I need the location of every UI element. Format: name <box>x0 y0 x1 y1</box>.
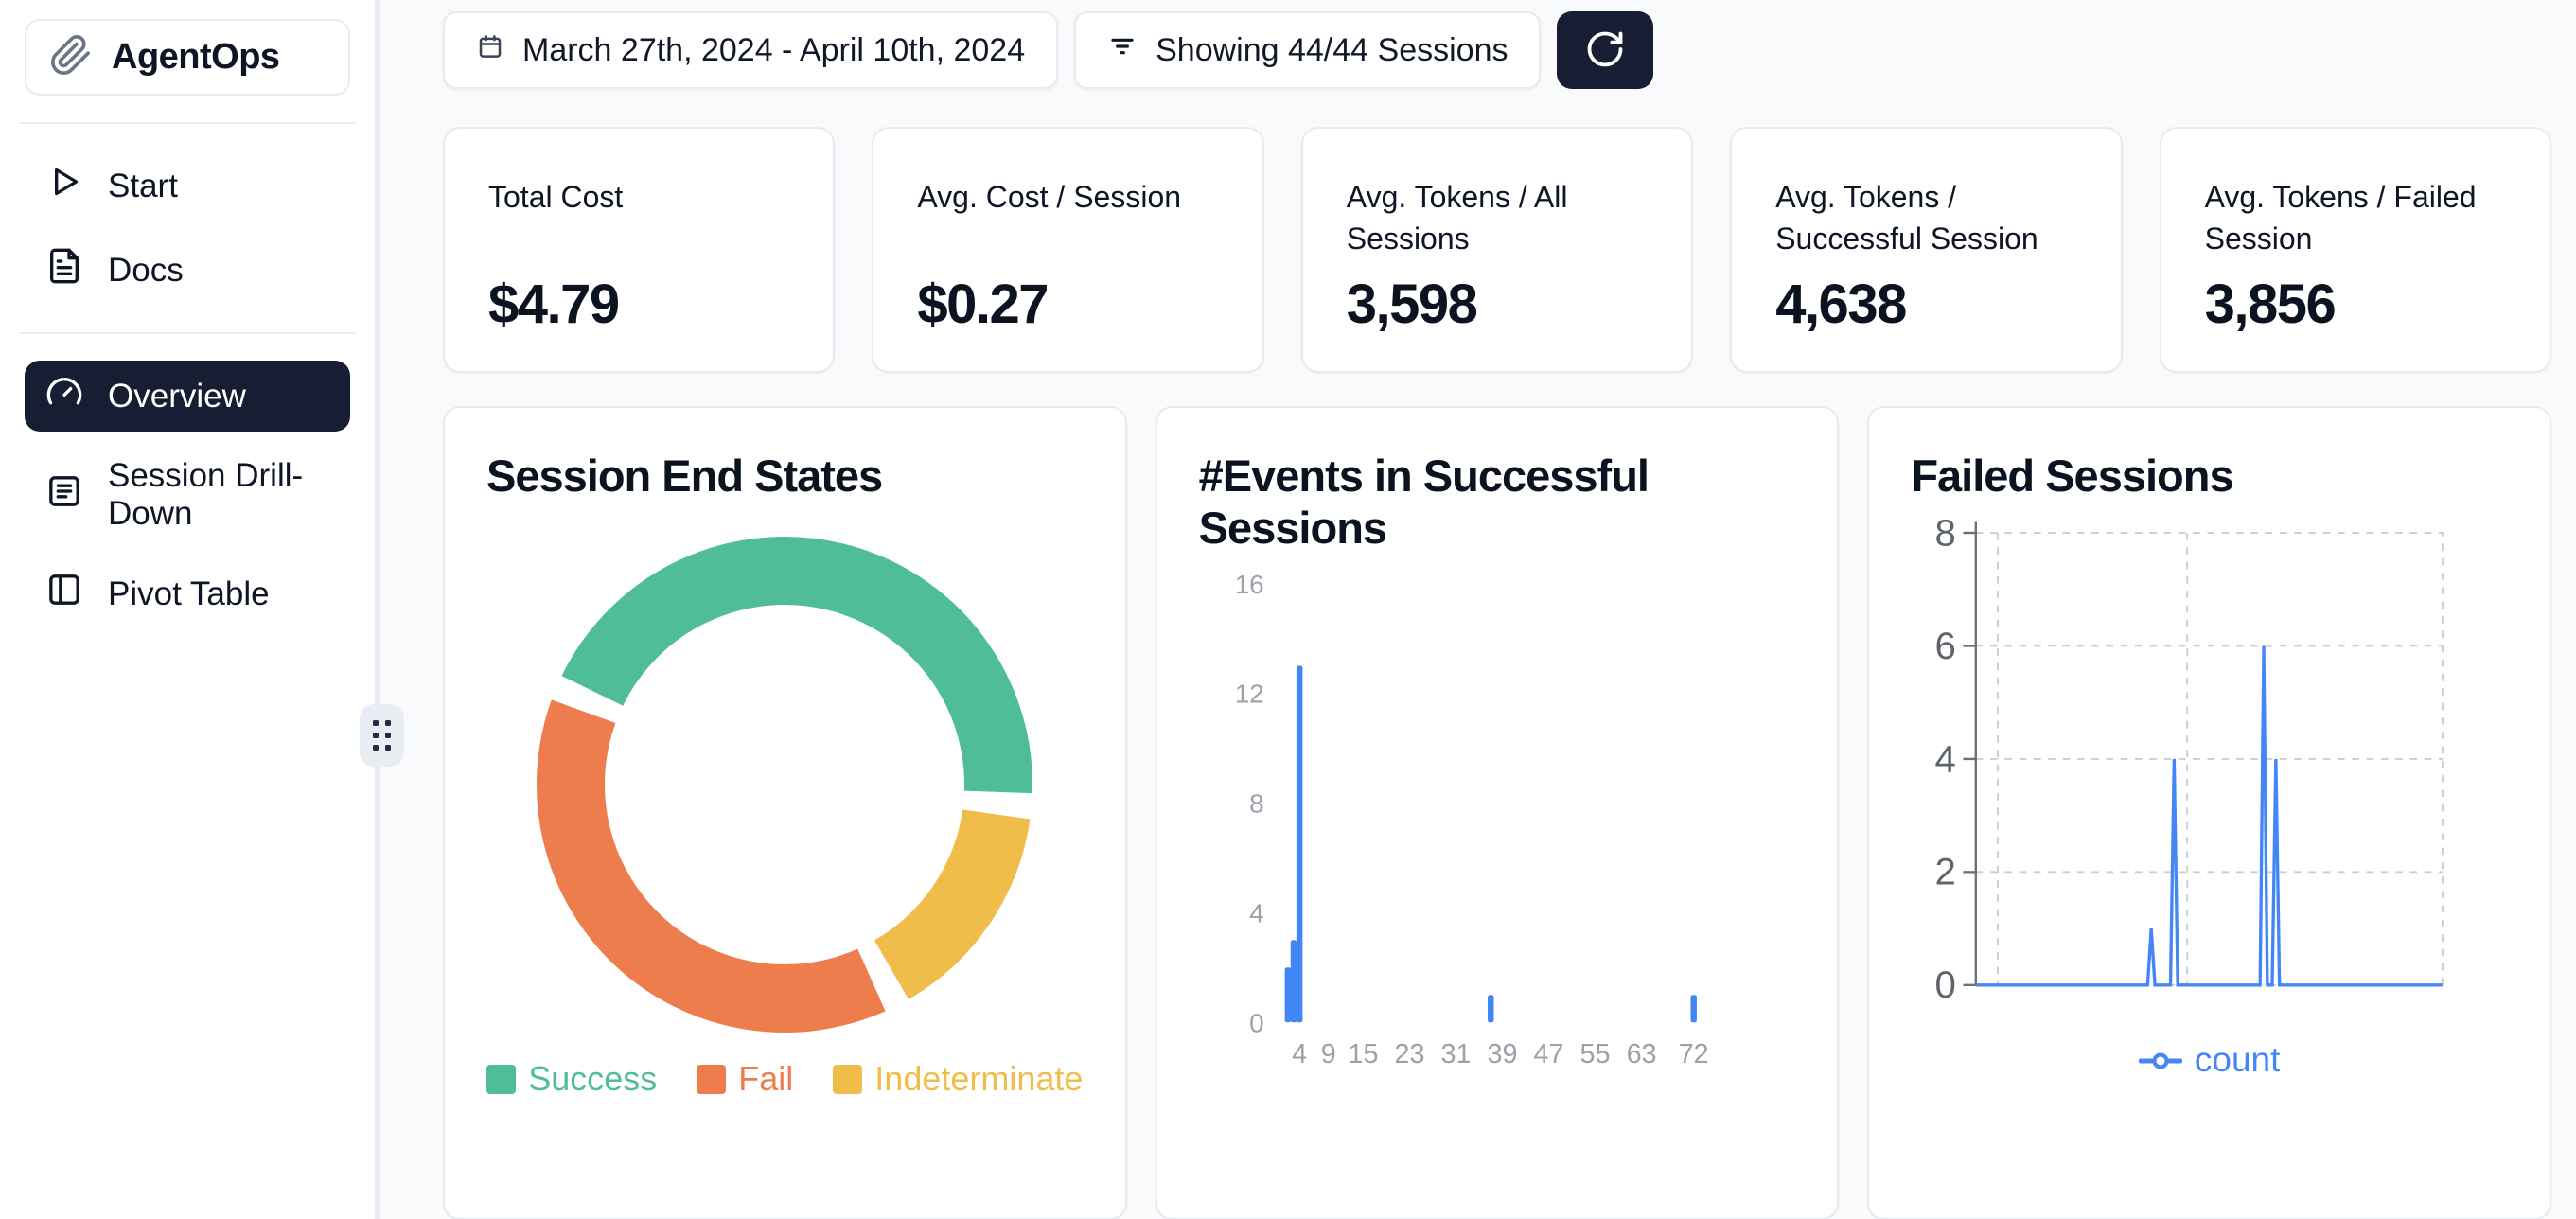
svg-text:39: 39 <box>1487 1039 1517 1069</box>
legend-item-indeterminate[interactable]: Indeterminate <box>833 1059 1083 1099</box>
events-histogram-card: #Events in Successful Sessions 048121649… <box>1156 406 1840 1219</box>
sidebar-item-overview[interactable]: Overview <box>25 361 350 432</box>
legend-item-fail[interactable]: Fail <box>697 1059 793 1099</box>
stat-value: $4.79 <box>488 273 789 336</box>
session-list-icon <box>45 472 83 519</box>
fail-swatch-icon <box>697 1065 726 1094</box>
svg-text:4: 4 <box>1935 738 1956 781</box>
legend-label: Fail <box>738 1059 793 1099</box>
stat-card-avg-tokens-all: Avg. Tokens / All Sessions 3,598 <box>1301 127 1693 373</box>
svg-text:63: 63 <box>1626 1039 1656 1069</box>
stat-value: 4,638 <box>1775 273 2076 336</box>
sidebar-item-session-drill-down[interactable]: Session Drill-Down <box>25 445 350 545</box>
docs-icon <box>45 247 83 293</box>
refresh-button[interactable] <box>1557 11 1653 89</box>
legend-label: Success <box>528 1059 657 1099</box>
svg-text:12: 12 <box>1234 680 1263 709</box>
session-end-states-card: Session End States Success Fail <box>443 406 1127 1219</box>
brand-logo[interactable]: AgentOps <box>25 19 350 96</box>
svg-text:16: 16 <box>1234 570 1263 599</box>
date-range-button[interactable]: March 27th, 2024 - April 10th, 2024 <box>443 11 1058 89</box>
drag-handle-icon <box>373 720 391 751</box>
svg-text:6: 6 <box>1935 625 1956 667</box>
agentops-dashboard: AgentOps Start Docs Overview <box>0 0 2576 1219</box>
failed-sessions-card: Failed Sessions 0 2 4 6 8 count <box>1867 406 2551 1219</box>
sidebar-divider <box>19 332 356 334</box>
pivot-table-icon <box>45 571 83 617</box>
svg-text:0: 0 <box>1935 964 1956 1007</box>
brand-name: AgentOps <box>112 37 280 78</box>
stat-value: $0.27 <box>917 273 1218 336</box>
calendar-icon <box>476 32 504 69</box>
topbar: March 27th, 2024 - April 10th, 2024 Show… <box>443 11 2551 89</box>
sidebar: AgentOps Start Docs Overview <box>0 0 380 1219</box>
svg-text:4: 4 <box>1249 898 1263 928</box>
filter-icon <box>1107 31 1138 70</box>
svg-text:31: 31 <box>1440 1039 1471 1069</box>
svg-text:15: 15 <box>1348 1039 1378 1069</box>
stat-label: Avg. Tokens / Failed Session <box>2205 176 2506 273</box>
legend-label: Indeterminate <box>874 1059 1083 1099</box>
svg-text:4: 4 <box>1292 1039 1307 1069</box>
svg-text:8: 8 <box>1935 513 1956 554</box>
line-circle-marker-icon <box>2139 1040 2182 1080</box>
count-legend-label: count <box>2195 1040 2281 1080</box>
sidebar-item-label: Pivot Table <box>108 575 270 613</box>
stat-label: Total Cost <box>488 176 789 273</box>
stat-label: Avg. Cost / Session <box>917 176 1218 273</box>
sidebar-item-label: Session Drill-Down <box>108 457 329 533</box>
stat-value: 3,598 <box>1347 273 1648 336</box>
stat-value: 3,856 <box>2205 273 2506 336</box>
stat-card-avg-tokens-failed: Avg. Tokens / Failed Session 3,856 <box>2160 127 2551 373</box>
stat-card-avg-tokens-successful: Avg. Tokens / Successful Session 4,638 <box>1730 127 2122 373</box>
svg-text:8: 8 <box>1249 789 1263 819</box>
chart-title: Failed Sessions <box>1911 450 2508 502</box>
stat-cards-row: Total Cost $4.79 Avg. Cost / Session $0.… <box>443 127 2551 373</box>
indeterminate-swatch-icon <box>833 1065 862 1094</box>
chart-title: #Events in Successful Sessions <box>1199 450 1796 555</box>
paperclip-logo-icon <box>49 33 93 81</box>
refresh-icon <box>1584 28 1626 73</box>
sidebar-item-pivot-table[interactable]: Pivot Table <box>25 558 350 629</box>
count-legend[interactable]: count <box>1911 1040 2508 1080</box>
chart-title: Session End States <box>486 450 1084 502</box>
sidebar-item-start[interactable]: Start <box>25 150 350 221</box>
stat-label: Avg. Tokens / Successful Session <box>1775 176 2076 273</box>
sidebar-item-docs[interactable]: Docs <box>25 235 350 306</box>
svg-text:0: 0 <box>1249 1008 1263 1037</box>
stat-label: Avg. Tokens / All Sessions <box>1347 176 1648 273</box>
failed-sessions-line-chart[interactable]: 0 2 4 6 8 <box>1911 513 2508 1037</box>
svg-text:9: 9 <box>1320 1039 1335 1069</box>
svg-text:72: 72 <box>1678 1039 1708 1069</box>
play-icon <box>45 163 83 209</box>
date-range-label: March 27th, 2024 - April 10th, 2024 <box>522 32 1025 69</box>
stat-card-avg-cost-session: Avg. Cost / Session $0.27 <box>872 127 1263 373</box>
sidebar-resize-handle[interactable] <box>360 704 404 767</box>
svg-text:47: 47 <box>1533 1039 1563 1069</box>
success-swatch-icon <box>486 1065 516 1094</box>
sidebar-item-label: Overview <box>108 378 246 415</box>
donut-chart[interactable] <box>486 515 1084 1050</box>
events-bar-chart[interactable]: 0481216491523313947556372 <box>1199 566 1796 1092</box>
sessions-filter-button[interactable]: Showing 44/44 Sessions <box>1074 11 1541 89</box>
donut-legend: Success Fail Indeterminate <box>486 1059 1084 1099</box>
charts-row: Session End States Success Fail <box>443 406 2551 1219</box>
svg-text:2: 2 <box>1935 851 1956 893</box>
sidebar-item-label: Start <box>108 168 178 205</box>
svg-text:55: 55 <box>1579 1039 1610 1069</box>
stat-card-total-cost: Total Cost $4.79 <box>443 127 835 373</box>
gauge-icon <box>45 373 83 419</box>
legend-item-success[interactable]: Success <box>486 1059 657 1099</box>
sidebar-item-label: Docs <box>108 252 184 290</box>
svg-text:23: 23 <box>1394 1039 1424 1069</box>
main-content: March 27th, 2024 - April 10th, 2024 Show… <box>380 0 2576 1219</box>
sessions-filter-label: Showing 44/44 Sessions <box>1156 32 1508 69</box>
sidebar-divider <box>19 122 356 124</box>
